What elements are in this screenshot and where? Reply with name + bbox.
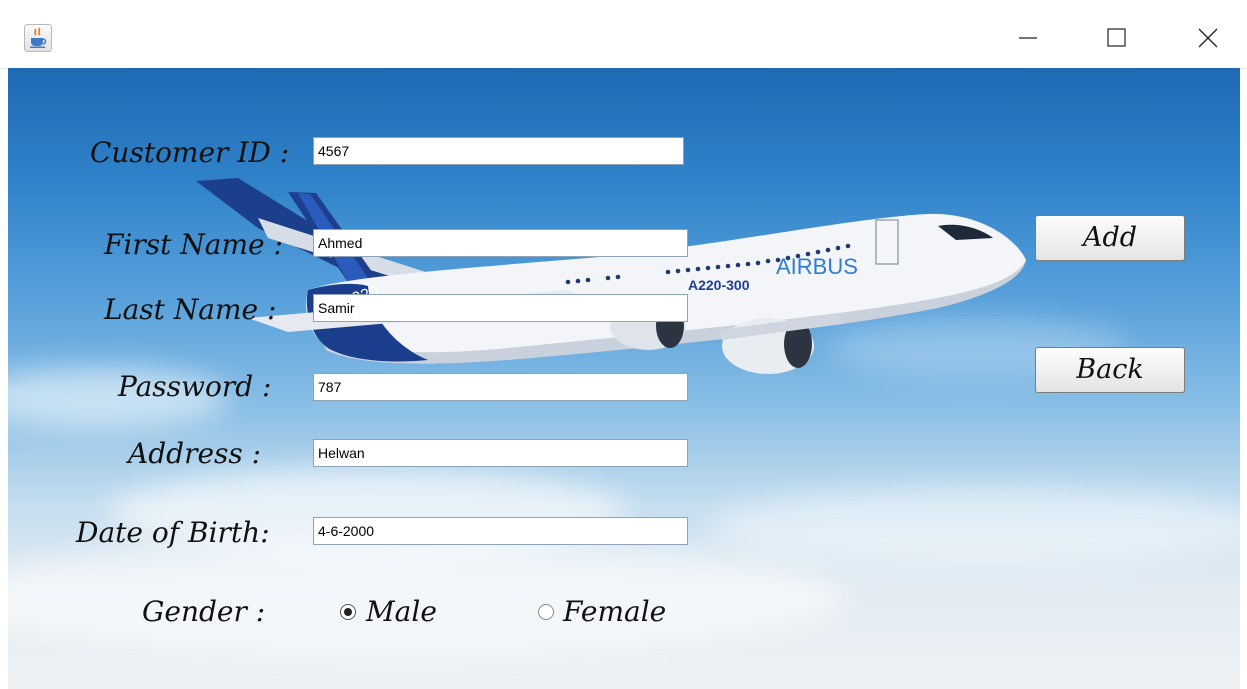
gender-female-radio[interactable] — [538, 604, 554, 620]
back-button[interactable]: Back — [1035, 347, 1185, 393]
password-label: Password : — [118, 370, 272, 403]
gender-label: Gender : — [142, 595, 266, 628]
maximize-button[interactable] — [1095, 18, 1139, 58]
app-window: A220-300 AIRBUS A220 Customer ID : First… — [0, 0, 1247, 689]
gender-male-label[interactable]: Male — [366, 595, 437, 628]
last-name-field[interactable] — [313, 294, 688, 322]
java-cup-icon[interactable] — [24, 24, 52, 52]
date-of-birth-label: Date of Birth: — [76, 516, 270, 549]
title-bar — [0, 0, 1247, 69]
minimize-icon — [1019, 37, 1037, 39]
plane-model-text: A220-300 — [688, 277, 750, 293]
customer-id-field[interactable] — [313, 137, 684, 165]
add-button[interactable]: Add — [1035, 215, 1185, 261]
radio-selected-dot — [344, 608, 352, 616]
gender-female-label[interactable]: Female — [563, 595, 666, 628]
date-of-birth-field[interactable] — [313, 517, 688, 545]
minimize-button[interactable] — [1007, 18, 1051, 58]
close-button[interactable] — [1186, 18, 1230, 58]
gender-male-radio[interactable] — [340, 604, 356, 620]
last-name-label: Last Name : — [104, 293, 277, 326]
address-label: Address : — [128, 437, 262, 470]
maximize-icon — [1107, 28, 1126, 47]
address-field[interactable] — [313, 439, 688, 467]
first-name-field[interactable] — [313, 229, 688, 257]
close-icon — [1198, 28, 1218, 48]
plane-brand-text: AIRBUS — [776, 254, 858, 279]
first-name-label: First Name : — [104, 228, 283, 261]
form-panel: A220-300 AIRBUS A220 Customer ID : First… — [8, 68, 1240, 689]
password-field[interactable] — [313, 373, 688, 401]
customer-id-label: Customer ID : — [90, 136, 290, 169]
